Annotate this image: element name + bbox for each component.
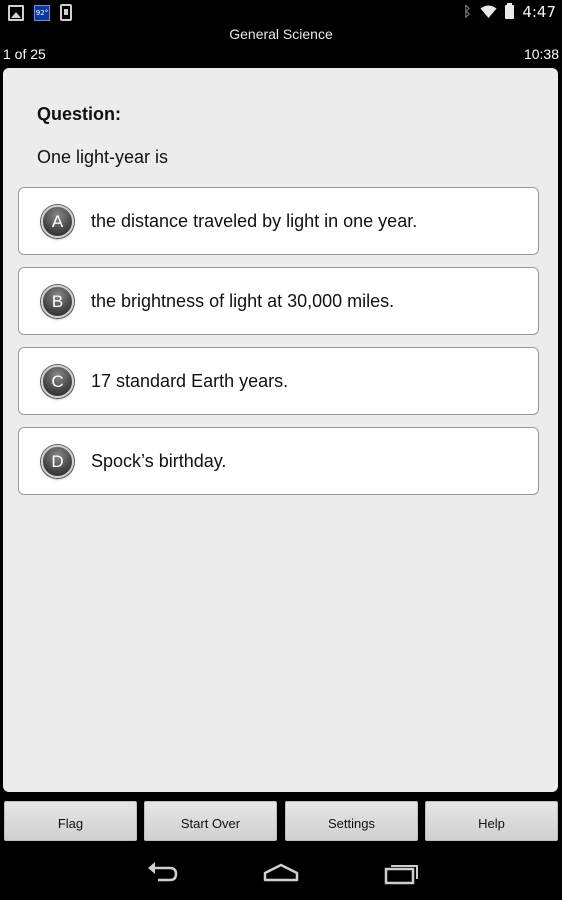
question-progress: 1 of 25 [3, 46, 46, 62]
clock: 4:47 [522, 3, 556, 21]
bottom-toolbar: Flag Start Over Settings Help [4, 801, 559, 841]
notification-icons: 92° [8, 4, 72, 21]
question-heading: Question: [37, 104, 121, 124]
quiz-timer: 10:38 [523, 46, 559, 62]
download-icon [60, 4, 72, 21]
question-card: Question: One light-year is A the distan… [3, 68, 558, 792]
help-button[interactable]: Help [425, 801, 558, 841]
answer-text: the distance traveled by light in one ye… [91, 211, 418, 231]
answer-text: 17 standard Earth years. [91, 371, 289, 391]
back-icon[interactable] [146, 857, 178, 887]
home-icon[interactable] [263, 857, 299, 887]
wifi-icon [480, 5, 497, 18]
battery-icon [505, 3, 515, 19]
system-status: ᛒ 4:47 [462, 3, 556, 21]
gallery-icon [8, 4, 24, 21]
answer-letter-badge: B [41, 285, 74, 318]
app-header: General Science 1 of 25 10:38 [0, 26, 562, 66]
page-title: General Science [229, 26, 333, 42]
navigation-bar [0, 843, 562, 900]
answer-text: Spock’s birthday. [91, 451, 227, 471]
bluetooth-icon: ᛒ [463, 4, 472, 20]
answer-option-d[interactable]: D Spock’s birthday. [18, 427, 539, 495]
answer-letter-badge: A [41, 205, 74, 238]
answer-option-c[interactable]: C 17 standard Earth years. [18, 347, 539, 415]
answer-letter-badge: D [41, 445, 74, 478]
answer-letter-badge: C [41, 365, 74, 398]
weather-icon: 92° [34, 4, 50, 21]
answer-option-a[interactable]: A the distance traveled by light in one … [18, 187, 539, 255]
answer-text: the brightness of light at 30,000 miles. [91, 291, 395, 311]
start-over-button[interactable]: Start Over [144, 801, 277, 841]
answer-list: A the distance traveled by light in one … [18, 187, 539, 507]
recent-apps-icon[interactable] [383, 857, 419, 887]
settings-button[interactable]: Settings [285, 801, 418, 841]
status-bar: 92° ᛒ 4:47 [0, 0, 562, 26]
flag-button[interactable]: Flag [4, 801, 137, 841]
question-text: One light-year is [37, 147, 169, 167]
answer-option-b[interactable]: B the brightness of light at 30,000 mile… [18, 267, 539, 335]
quiz-screen: 92° ᛒ 4:47 General Science 1 of 25 10:38… [0, 0, 562, 900]
